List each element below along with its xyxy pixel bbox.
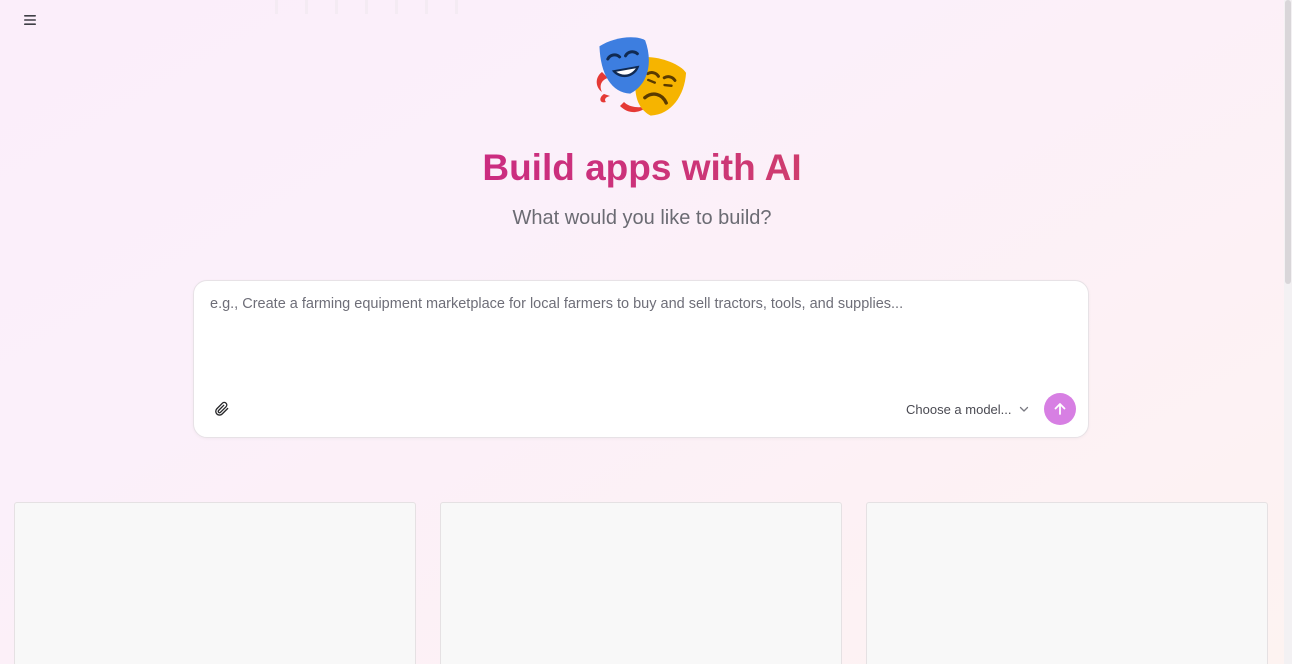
page-subtitle: What would you like to build? bbox=[512, 207, 772, 229]
model-select-label: Choose a model... bbox=[906, 401, 1012, 417]
model-select[interactable]: Choose a model... bbox=[906, 399, 1030, 419]
attach-file-button[interactable] bbox=[212, 399, 232, 419]
chevron-down-icon bbox=[1019, 406, 1028, 412]
prompt-input[interactable] bbox=[208, 291, 1076, 385]
paperclip-icon bbox=[215, 401, 229, 416]
page-scrollbar[interactable] bbox=[1284, 0, 1292, 664]
template-card[interactable] bbox=[440, 502, 842, 664]
page-title: Build apps with AI bbox=[0, 146, 1284, 190]
decorative-marks bbox=[275, 0, 458, 14]
menu-button[interactable] bbox=[20, 10, 40, 30]
prompt-box: Choose a model... bbox=[193, 280, 1089, 438]
template-card[interactable] bbox=[866, 502, 1268, 664]
template-card[interactable] bbox=[14, 502, 416, 664]
send-button[interactable] bbox=[1044, 393, 1076, 425]
arrow-up-icon bbox=[1054, 403, 1066, 415]
scrollbar-thumb[interactable] bbox=[1285, 0, 1291, 284]
performing-arts-masks-icon bbox=[596, 37, 687, 116]
hamburger-menu-icon bbox=[24, 15, 36, 25]
